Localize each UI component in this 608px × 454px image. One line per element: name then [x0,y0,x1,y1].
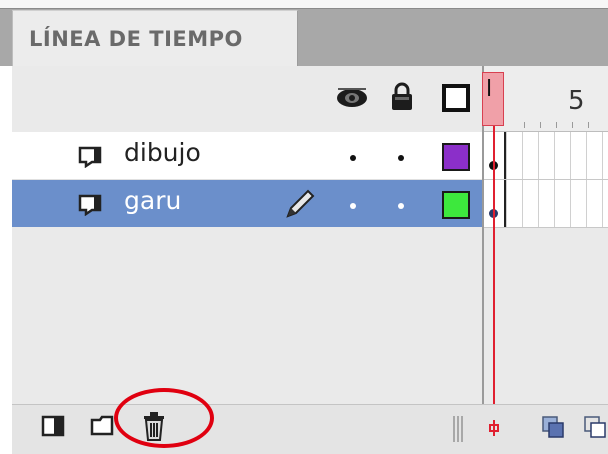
frame-track-garu[interactable] [482,180,608,227]
frame-row-divider [482,227,608,228]
new-layer-icon[interactable] [40,414,68,440]
ruler-tick [524,122,525,128]
ruler-tick [588,122,589,128]
layer-row-garu[interactable]: garu [12,180,482,227]
annotation-circle [114,388,214,448]
visibility-dot[interactable] [350,203,356,209]
layer-name[interactable]: dibujo [124,138,201,167]
onion-skin-outlines-icon[interactable] [582,414,608,440]
outline-icon[interactable] [442,84,470,112]
lock-dot[interactable] [398,203,404,209]
lock-icon[interactable] [390,82,414,112]
playhead[interactable]: l [482,72,504,126]
layer-row-dibujo[interactable]: dibujo [12,132,482,180]
top-gap [0,0,608,8]
ruler-tick [540,122,541,128]
outline-color-swatch[interactable] [442,191,470,219]
timeline-panel: LÍNEA DE TIEMPO 5 dibujo garu l [0,0,608,454]
tab-timeline[interactable]: LÍNEA DE TIEMPO [12,10,298,67]
pencil-icon [286,189,315,218]
left-edge [0,66,12,454]
onion-skin-icon[interactable] [540,414,568,440]
frame-track-dibujo[interactable] [482,132,608,179]
keyframe-boundary [504,180,506,227]
tab-timeline-label: LÍNEA DE TIEMPO [29,27,243,51]
lock-dot[interactable] [398,155,404,161]
playhead-marker-icon [489,420,499,436]
layer-icon [78,146,102,168]
resize-grip-icon[interactable] [452,416,464,442]
ruler-tick [572,122,573,128]
ruler-frame-number: 5 [568,86,585,116]
eye-icon[interactable] [336,86,368,110]
frame-row-divider [482,179,608,180]
outline-color-swatch[interactable] [442,143,470,171]
ruler-tick [556,122,557,128]
keyframe-boundary [504,132,506,179]
visibility-dot[interactable] [350,155,356,161]
layer-icon [78,194,102,216]
playhead-label: l [486,77,493,102]
layer-name[interactable]: garu [124,186,181,215]
playhead-line [493,126,495,438]
